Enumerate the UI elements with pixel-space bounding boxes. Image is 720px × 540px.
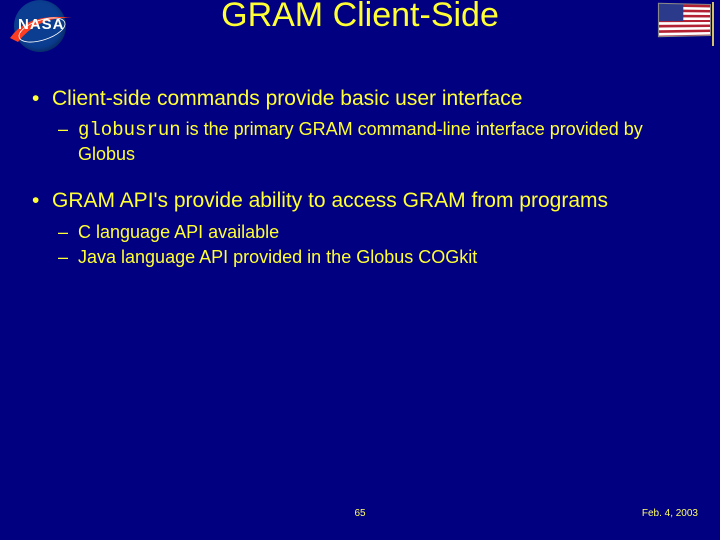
sub-bullet-text: Java language API provided in the Globus…	[78, 247, 477, 267]
bullet-text: Client-side commands provide basic user …	[52, 87, 522, 110]
sub-bullet-item: Java language API provided in the Globus…	[52, 246, 690, 269]
nasa-logo-text: NASA	[18, 16, 65, 33]
nasa-logo: NASA	[6, 0, 74, 50]
us-flag	[658, 2, 714, 46]
slide-title: GRAM Client-Side	[0, 0, 720, 35]
bullet-item: Client-side commands provide basic user …	[30, 86, 690, 166]
slide-footer: 65 Feb. 4, 2003	[0, 508, 720, 528]
bullet-text: GRAM API's provide ability to access GRA…	[52, 189, 608, 212]
flagpole-icon	[712, 2, 715, 46]
bullet-item: GRAM API's provide ability to access GRA…	[30, 188, 690, 269]
slide: NASA GRAM Client-Side Client-side comman…	[0, 0, 720, 536]
slide-header: NASA GRAM Client-Side	[0, 0, 720, 60]
page-number: 65	[354, 508, 365, 519]
flag-icon	[658, 3, 711, 37]
code-text: globusrun	[78, 119, 181, 141]
sub-bullet-item: C language API available	[52, 221, 690, 244]
sub-bullet-text: C language API available	[78, 222, 279, 242]
sub-bullet-item: globusrun is the primary GRAM command-li…	[52, 118, 690, 166]
footer-date: Feb. 4, 2003	[642, 508, 698, 519]
slide-body: Client-side commands provide basic user …	[0, 60, 720, 269]
